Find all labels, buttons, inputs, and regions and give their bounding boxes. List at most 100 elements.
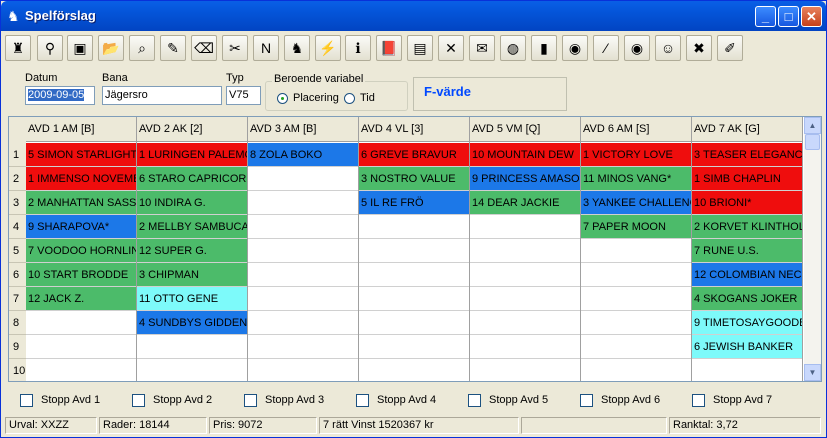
empty-cell[interactable] xyxy=(470,311,580,335)
color-wheel-button[interactable]: ◍ xyxy=(500,35,526,61)
stopp-avd-3-checkbox[interactable]: Stopp Avd 3 xyxy=(244,393,324,407)
horse-cell[interactable]: 1 IMMENSO NOVEMB xyxy=(26,167,136,191)
scroll-thumb[interactable] xyxy=(805,134,820,150)
empty-cell[interactable] xyxy=(359,215,469,239)
checkbox-box[interactable] xyxy=(692,393,705,407)
empty-cell[interactable] xyxy=(470,287,580,311)
empty-cell[interactable] xyxy=(359,287,469,311)
horse-cell[interactable]: 10 MOUNTAIN DEW xyxy=(470,143,580,167)
horse-cell[interactable]: 6 STARO CAPRICORN xyxy=(137,167,247,191)
save-button[interactable]: ▣ xyxy=(67,35,93,61)
horse-cell[interactable]: 2 MANHATTAN SASSY xyxy=(26,191,136,215)
horse-cell[interactable]: 12 SUPER G. xyxy=(137,239,247,263)
horse-cell[interactable]: 11 OTTO GENE xyxy=(137,287,247,311)
placering-label[interactable]: Placering xyxy=(293,92,339,104)
binoculars-button[interactable]: ⚲ xyxy=(37,35,63,61)
open-folder-button[interactable]: 📂 xyxy=(98,35,124,61)
chart-zoom-button[interactable]: ⌕ xyxy=(129,35,155,61)
vertical-scrollbar[interactable]: ▲ ▼ xyxy=(804,117,821,381)
horse-button[interactable]: ♞ xyxy=(284,35,310,61)
empty-cell[interactable] xyxy=(248,263,358,287)
column-header[interactable]: AVD 7 AK [G] xyxy=(692,117,802,142)
column-header[interactable]: AVD 6 AM [S] xyxy=(581,117,691,142)
empty-cell[interactable] xyxy=(470,335,580,359)
stopp-avd-2-checkbox[interactable]: Stopp Avd 2 xyxy=(132,393,212,407)
empty-cell[interactable] xyxy=(248,287,358,311)
stopp-avd-6-checkbox[interactable]: Stopp Avd 6 xyxy=(580,393,660,407)
flash-button[interactable]: ⚡ xyxy=(315,35,341,61)
empty-cell[interactable] xyxy=(470,239,580,263)
horse-cell[interactable]: 10 BRIONI* xyxy=(692,191,802,215)
horse-cell[interactable]: 1 LURINGEN PALEMO xyxy=(137,143,247,167)
horse-cell[interactable]: 5 SIMON STARLIGHT xyxy=(26,143,136,167)
placering-radio[interactable] xyxy=(277,93,288,104)
stopp-avd-5-checkbox[interactable]: Stopp Avd 5 xyxy=(468,393,548,407)
empty-cell[interactable] xyxy=(581,263,691,287)
bar-chart-button[interactable]: ▮ xyxy=(531,35,557,61)
empty-cell[interactable] xyxy=(692,359,802,381)
stopp-avd-4-checkbox[interactable]: Stopp Avd 4 xyxy=(356,393,436,407)
minimize-button[interactable]: _ xyxy=(755,6,776,27)
horse-cell[interactable]: 12 JACK Z. xyxy=(26,287,136,311)
horse-cell[interactable]: 3 TEASER ELEGANCE xyxy=(692,143,802,167)
horse-cell[interactable]: 8 ZOLA BOKO xyxy=(248,143,358,167)
horse-cell[interactable]: 1 VICTORY LOVE xyxy=(581,143,691,167)
horse-cell[interactable]: 2 MELLBY SAMBUCA xyxy=(137,215,247,239)
horse-cell[interactable]: 7 VOODOO HORNLINE xyxy=(26,239,136,263)
horse-cell[interactable]: 3 YANKEE CHALLENGE xyxy=(581,191,691,215)
eraser-button[interactable]: ✐ xyxy=(717,35,743,61)
checkbox-box[interactable] xyxy=(132,393,145,407)
magic-wand-button[interactable]: ⁄ xyxy=(593,35,619,61)
horse-cell[interactable]: 11 MINOS VANG* xyxy=(581,167,691,191)
empty-cell[interactable] xyxy=(581,359,691,381)
empty-cell[interactable] xyxy=(248,215,358,239)
empty-cell[interactable] xyxy=(26,311,136,335)
text-n-button[interactable]: N xyxy=(253,35,279,61)
horse-cell[interactable]: 10 INDIRA G. xyxy=(137,191,247,215)
empty-cell[interactable] xyxy=(137,335,247,359)
column-header[interactable]: AVD 2 AK [2] xyxy=(137,117,247,142)
horse-cell[interactable]: 7 RUNE U.S. xyxy=(692,239,802,263)
delete-button[interactable]: ✕ xyxy=(438,35,464,61)
tid-label[interactable]: Tid xyxy=(360,92,375,104)
info-button[interactable]: ℹ xyxy=(345,35,371,61)
person-search-button[interactable]: ☺ xyxy=(655,35,681,61)
stopp-avd-1-checkbox[interactable]: Stopp Avd 1 xyxy=(20,393,100,407)
empty-cell[interactable] xyxy=(248,359,358,381)
bana-input[interactable]: Jägersro xyxy=(102,86,222,105)
f-varde-button[interactable]: F-värde xyxy=(413,77,567,111)
horse-cell[interactable]: 7 PAPER MOON xyxy=(581,215,691,239)
scroll-up-button[interactable]: ▲ xyxy=(804,117,821,134)
empty-cell[interactable] xyxy=(581,239,691,263)
horse-cell[interactable]: 6 GREVE BRAVUR xyxy=(359,143,469,167)
horse-cell[interactable]: 12 COLOMBIAN NECKLACE xyxy=(692,263,802,287)
empty-cell[interactable] xyxy=(359,263,469,287)
empty-cell[interactable] xyxy=(359,311,469,335)
empty-cell[interactable] xyxy=(26,335,136,359)
checkbox-box[interactable] xyxy=(468,393,481,407)
chart-pen-button[interactable]: ✎ xyxy=(160,35,186,61)
empty-cell[interactable] xyxy=(581,311,691,335)
maximize-button[interactable]: □ xyxy=(778,6,799,27)
horse-cell[interactable]: 6 JEWISH BANKER xyxy=(692,335,802,359)
book-button[interactable]: 📕 xyxy=(376,35,402,61)
horse-cell[interactable]: 9 TIMETOSAYGOODBYE xyxy=(692,311,802,335)
horse-cell[interactable]: 10 START BRODDE xyxy=(26,263,136,287)
horse-cell[interactable]: 3 NOSTRO VALUE xyxy=(359,167,469,191)
empty-cell[interactable] xyxy=(470,263,580,287)
horse-cell[interactable]: 5 IL RE FRÖ xyxy=(359,191,469,215)
horse-cell[interactable]: 4 SUNDBYS GIDDEN xyxy=(137,311,247,335)
column-header[interactable]: AVD 1 AM [B] xyxy=(26,117,136,142)
checkbox-box[interactable] xyxy=(580,393,593,407)
empty-cell[interactable] xyxy=(137,359,247,381)
stopp-avd-7-checkbox[interactable]: Stopp Avd 7 xyxy=(692,393,772,407)
checkbox-box[interactable] xyxy=(244,393,257,407)
datum-input[interactable]: 2009-09-05 xyxy=(25,86,95,105)
column-header[interactable]: AVD 5 VM [Q] xyxy=(470,117,580,142)
title-bar[interactable]: ♞ Spelförslag _ □ ✕ xyxy=(1,1,826,31)
empty-cell[interactable] xyxy=(26,359,136,381)
chart-erase-button[interactable]: ⌫ xyxy=(191,35,217,61)
chart-cut-button[interactable]: ✂ xyxy=(222,35,248,61)
scroll-down-button[interactable]: ▼ xyxy=(804,364,821,381)
globe-search-button[interactable]: ◉ xyxy=(562,35,588,61)
